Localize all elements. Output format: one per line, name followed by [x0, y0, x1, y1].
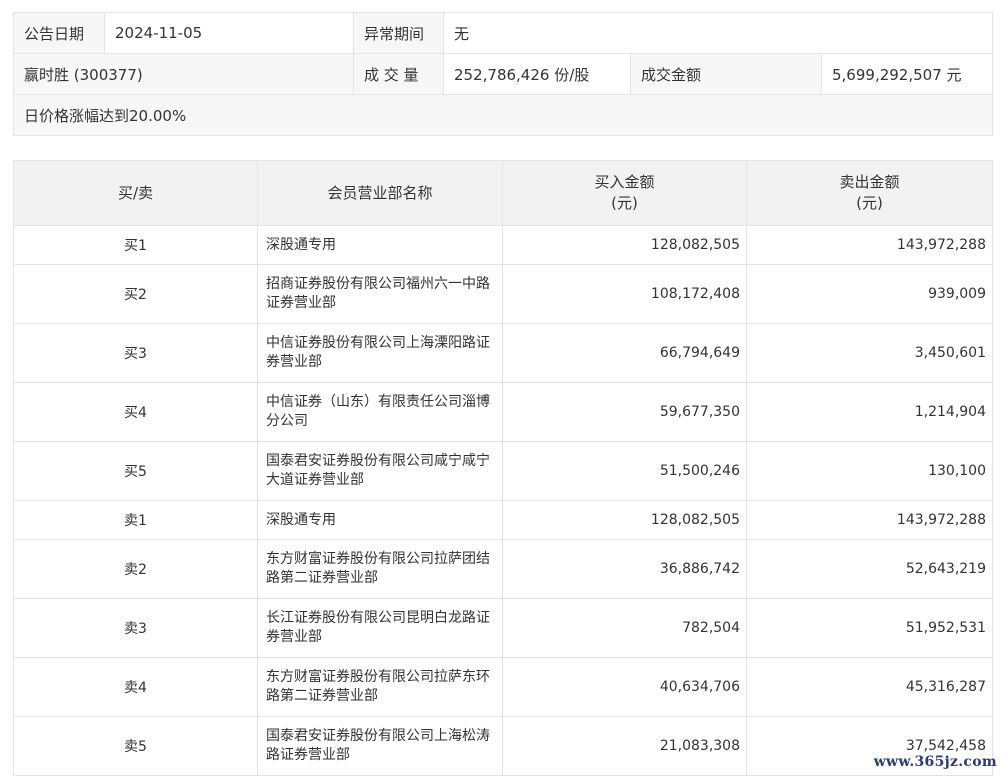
site-watermark: www.365jz.com: [873, 754, 997, 770]
row-side: 买2: [13, 264, 258, 324]
row-sell-amount: 45,316,287: [746, 657, 993, 717]
stock-info-table: 公告日期 2024-11-05 异常期间 无 赢时胜 (300377) 成 交 …: [13, 12, 993, 136]
row-side: 卖4: [13, 657, 258, 717]
row-member-name: 中信证券股份有限公司上海溧阳路证券营业部: [257, 323, 503, 383]
row-sell-amount: 52,643,219: [746, 539, 993, 599]
abnormal-period-label: 异常期间: [353, 12, 444, 54]
volume-value: 252,786,426 份/股: [443, 53, 631, 95]
row-side: 买1: [13, 225, 258, 265]
row-member-name: 国泰君安证券股份有限公司咸宁咸宁大道证券营业部: [257, 441, 503, 501]
row-member-name: 深股通专用: [257, 225, 503, 265]
header-buy: 买入金额 (元): [502, 160, 747, 226]
row-member-name: 国泰君安证券股份有限公司上海松涛路证券营业部: [257, 716, 503, 776]
table-row: 买2 招商证券股份有限公司福州六一中路证券营业部 108,172,408 939…: [13, 264, 993, 324]
row-buy-amount: 128,082,505: [502, 500, 747, 540]
row-member-name: 东方财富证券股份有限公司拉萨东环路第二证券营业部: [257, 657, 503, 717]
row-member-name: 长江证券股份有限公司昆明白龙路证券营业部: [257, 598, 503, 658]
row-buy-amount: 51,500,246: [502, 441, 747, 501]
row-buy-amount: 782,504: [502, 598, 747, 658]
header-sell: 卖出金额 (元): [746, 160, 993, 226]
table-header-row: 买/卖 会员营业部名称 买入金额 (元) 卖出金额 (元): [13, 160, 993, 226]
volume-label: 成 交 量: [353, 53, 444, 95]
row-side: 卖1: [13, 500, 258, 540]
row-sell-amount: 143,972,288: [746, 225, 993, 265]
row-buy-amount: 21,083,308: [502, 716, 747, 776]
row-sell-amount: 939,009: [746, 264, 993, 324]
header-sell-unit: (元): [856, 194, 883, 212]
row-sell-amount: 143,972,288: [746, 500, 993, 540]
table-row: 买5 国泰君安证券股份有限公司咸宁咸宁大道证券营业部 51,500,246 13…: [13, 441, 993, 501]
turnover-label: 成交金额: [630, 53, 822, 95]
info-row-date: 公告日期 2024-11-05 异常期间 无: [13, 12, 993, 54]
table-row: 卖1 深股通专用 128,082,505 143,972,288: [13, 500, 993, 540]
row-sell-amount: 1,214,904: [746, 382, 993, 442]
row-side: 买3: [13, 323, 258, 383]
row-buy-amount: 59,677,350: [502, 382, 747, 442]
row-member-name: 深股通专用: [257, 500, 503, 540]
header-member: 会员营业部名称: [257, 160, 503, 226]
row-buy-amount: 36,886,742: [502, 539, 747, 599]
row-sell-amount: 3,450,601: [746, 323, 993, 383]
table-row: 卖4 东方财富证券股份有限公司拉萨东环路第二证券营业部 40,634,706 4…: [13, 657, 993, 717]
announce-date-value: 2024-11-05: [104, 12, 354, 54]
row-member-name: 中信证券（山东）有限责任公司淄博分公司: [257, 382, 503, 442]
row-member-name: 招商证券股份有限公司福州六一中路证券营业部: [257, 264, 503, 324]
row-buy-amount: 66,794,649: [502, 323, 747, 383]
announce-date-label: 公告日期: [13, 12, 105, 54]
row-side: 卖2: [13, 539, 258, 599]
row-side: 买5: [13, 441, 258, 501]
table-row: 卖5 国泰君安证券股份有限公司上海松涛路证券营业部 21,083,308 37,…: [13, 716, 993, 776]
header-sell-title: 卖出金额: [839, 173, 900, 191]
info-row-trading: 赢时胜 (300377) 成 交 量 252,786,426 份/股 成交金额 …: [13, 53, 993, 95]
row-buy-amount: 40,634,706: [502, 657, 747, 717]
header-buy-unit: (元): [611, 194, 638, 212]
row-member-name: 东方财富证券股份有限公司拉萨团结路第二证券营业部: [257, 539, 503, 599]
brokerage-trades-table: 买/卖 会员营业部名称 买入金额 (元) 卖出金额 (元) 买1 深股通专用 1…: [13, 160, 993, 776]
row-buy-amount: 128,082,505: [502, 225, 747, 265]
header-buy-title: 买入金额: [594, 173, 655, 191]
row-side: 买4: [13, 382, 258, 442]
listing-reason: 日价格涨幅达到20.00%: [13, 94, 993, 136]
stock-name: 赢时胜 (300377): [13, 53, 354, 95]
table-row: 卖3 长江证券股份有限公司昆明白龙路证券营业部 782,504 51,952,5…: [13, 598, 993, 658]
table-row: 买3 中信证券股份有限公司上海溧阳路证券营业部 66,794,649 3,450…: [13, 323, 993, 383]
row-side: 卖3: [13, 598, 258, 658]
turnover-value: 5,699,292,507 元: [821, 53, 993, 95]
table-row: 卖2 东方财富证券股份有限公司拉萨团结路第二证券营业部 36,886,742 5…: [13, 539, 993, 599]
info-row-reason: 日价格涨幅达到20.00%: [13, 94, 993, 136]
row-side: 卖5: [13, 716, 258, 776]
row-sell-amount: 51,952,531: [746, 598, 993, 658]
abnormal-period-value: 无: [443, 12, 993, 54]
table-row: 买4 中信证券（山东）有限责任公司淄博分公司 59,677,350 1,214,…: [13, 382, 993, 442]
table-row: 买1 深股通专用 128,082,505 143,972,288: [13, 225, 993, 265]
row-sell-amount: 130,100: [746, 441, 993, 501]
row-buy-amount: 108,172,408: [502, 264, 747, 324]
header-side: 买/卖: [13, 160, 258, 226]
